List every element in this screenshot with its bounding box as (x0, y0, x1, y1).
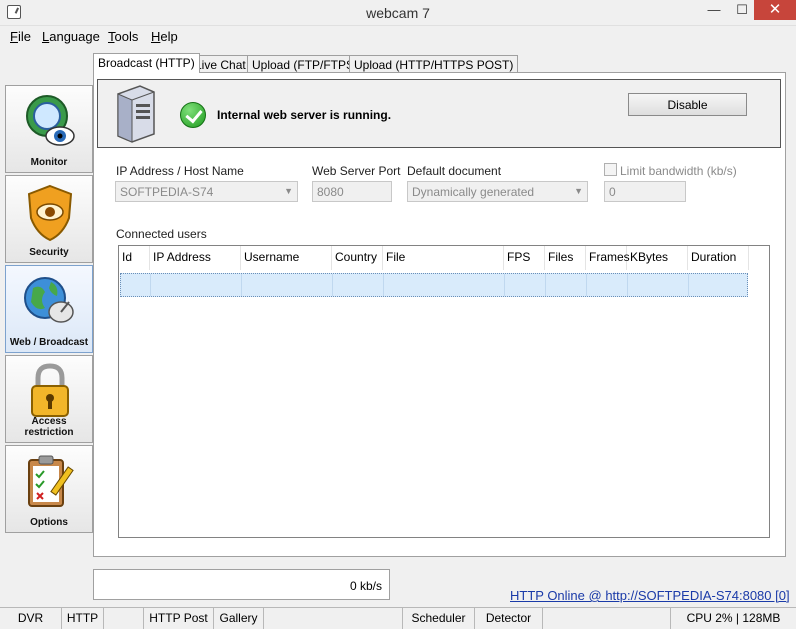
monitor-eye-icon (26, 95, 75, 146)
maximize-button[interactable]: ☐ (728, 0, 756, 20)
sidebar-item-label: Security (29, 247, 69, 258)
limit-bandwidth-field[interactable]: 0 (604, 181, 686, 202)
column-header-kbytes[interactable]: KBytes (627, 246, 688, 270)
column-header-files[interactable]: Files (545, 246, 586, 270)
tab-broadcast-http[interactable]: Broadcast (HTTP) (93, 53, 200, 73)
check-icon (180, 102, 206, 128)
sidebar-item-label: Web / Broadcast (9, 337, 89, 348)
default-document-select[interactable]: Dynamically generated ▼ (407, 181, 588, 202)
status-bar: DVR HTTP HTTP Post Gallery Scheduler Det… (0, 607, 796, 629)
disable-button[interactable]: Disable (628, 93, 747, 116)
close-button[interactable]: ✕ (754, 0, 796, 20)
server-status-text: Internal web server is running. (217, 108, 392, 122)
window-title: webcam 7 (366, 5, 430, 21)
sidebar-item-label: Options (30, 517, 68, 528)
column-header-duration[interactable]: Duration (688, 246, 749, 270)
sidebar-item-security[interactable]: Security (5, 175, 93, 263)
status-http-post[interactable]: HTTP Post (144, 608, 214, 629)
sidebar-item-monitor[interactable]: Monitor (5, 85, 93, 173)
clipboard-pencil-icon (28, 455, 74, 507)
column-header-fps[interactable]: FPS (504, 246, 545, 270)
padlock-icon (31, 363, 69, 417)
sidebar-item-access-restriction[interactable]: Access restriction (5, 355, 93, 443)
tab-upload-ftp[interactable]: Upload (FTP/FTPS) (247, 55, 364, 73)
table-row[interactable] (120, 273, 748, 297)
menu-language[interactable]: Language (42, 29, 100, 44)
column-header-frames[interactable]: Frames (586, 246, 630, 270)
transfer-rate-box: 0 kb/s (93, 569, 390, 600)
sidebar: Monitor Security Web / Broadcast Access … (5, 85, 93, 533)
sidebar-item-options[interactable]: Options (5, 445, 93, 533)
status-cpu-memory: CPU 2% | 128MB (686, 611, 781, 625)
limit-bandwidth-checkbox[interactable] (604, 163, 617, 176)
status-scheduler[interactable]: Scheduler (403, 608, 475, 629)
minimize-button[interactable]: — (700, 0, 728, 20)
column-header-country[interactable]: Country (332, 246, 383, 270)
menu-bar: File Language Tools Help (0, 27, 796, 47)
tab-upload-http-post[interactable]: Upload (HTTP/HTTPS POST) (349, 55, 519, 73)
status-dvr[interactable]: DVR (0, 608, 62, 629)
menu-tools[interactable]: Tools (108, 29, 138, 44)
chevron-down-icon: ▼ (284, 186, 293, 196)
sidebar-item-label: Monitor (30, 157, 68, 168)
connected-users-table[interactable]: Id IP Address Username Country File FPS … (118, 245, 770, 538)
status-detector[interactable]: Detector (475, 608, 543, 629)
column-header-id[interactable]: Id (119, 246, 150, 270)
menu-help[interactable]: Help (151, 29, 178, 44)
column-header-file[interactable]: File (383, 246, 504, 270)
web-server-port-label: Web Server Port (312, 164, 401, 178)
globe-dish-icon (24, 277, 74, 323)
status-http[interactable]: HTTP (62, 608, 104, 629)
server-status-box: Internal web server is running. Disable (97, 79, 781, 148)
ip-address-select[interactable]: SOFTPEDIA-S74 ▼ (115, 181, 298, 202)
default-document-label: Default document (407, 164, 502, 178)
web-server-port-field[interactable]: 8080 (312, 181, 392, 202)
limit-bandwidth-label: Limit bandwidth (kb/s) (620, 164, 737, 178)
status-blank-3 (543, 608, 671, 629)
status-blank-1 (104, 608, 144, 629)
sidebar-item-web-broadcast[interactable]: Web / Broadcast (5, 265, 93, 353)
server-icon (117, 85, 155, 143)
sidebar-item-label: Access restriction (24, 416, 74, 438)
chevron-down-icon: ▼ (574, 186, 583, 196)
title-bar: webcam 7 — ☐ ✕ (0, 0, 796, 26)
http-online-link[interactable]: HTTP Online @ http://SOFTPEDIA-S74:8080 … (510, 588, 790, 603)
broadcast-panel: Internal web server is running. Disable … (93, 72, 786, 557)
menu-file[interactable]: File (10, 29, 31, 44)
status-gallery[interactable]: Gallery (214, 608, 264, 629)
shield-eye-icon (27, 184, 73, 242)
status-blank-2 (264, 608, 403, 629)
column-header-ip-address[interactable]: IP Address (150, 246, 241, 270)
ip-address-label: IP Address / Host Name (116, 164, 244, 178)
connected-users-label: Connected users (116, 227, 207, 241)
transfer-rate-text: 0 kb/s (349, 579, 382, 593)
column-header-username[interactable]: Username (241, 246, 332, 270)
